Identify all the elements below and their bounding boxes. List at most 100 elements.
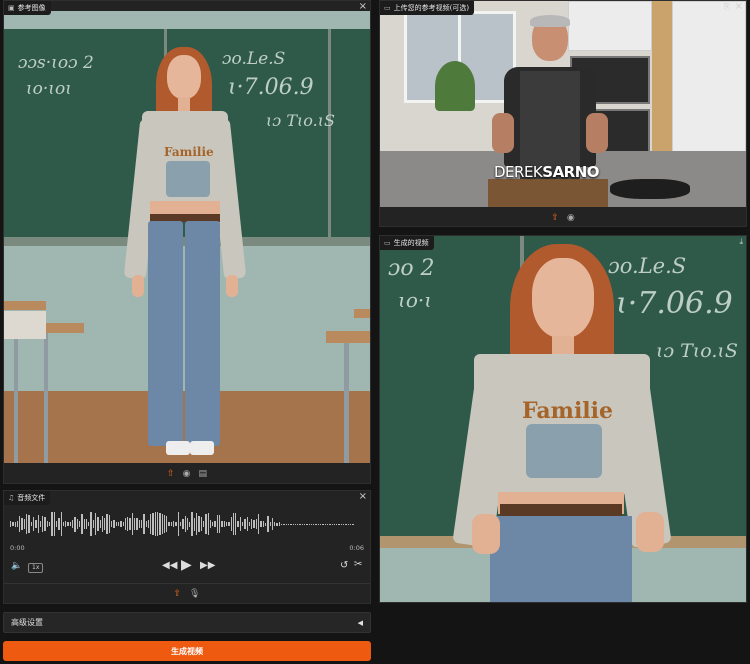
waveform-bar — [46, 520, 49, 528]
camera-icon[interactable]: ◉ — [183, 469, 191, 479]
generate-video-button[interactable]: 生成视频 — [3, 641, 371, 661]
waveform-bar — [352, 523, 354, 525]
scissors-icon[interactable]: ✂ — [354, 559, 362, 570]
chalk-text: ɩo·ɩoɩ — [26, 79, 72, 99]
waveform-bar — [248, 521, 251, 527]
chalk-text: ɔo 2 — [388, 256, 435, 281]
audio-tag: ♫ 音频文件 — [4, 491, 51, 505]
waveform-bar — [131, 513, 134, 535]
waveform-bar — [14, 521, 16, 527]
waveform-bar — [42, 516, 44, 532]
waveform-bar — [184, 516, 186, 532]
upload-icon[interactable]: ⇧ — [167, 469, 175, 479]
shirt-print: Familie — [164, 145, 214, 159]
waveform-bar — [200, 517, 202, 531]
waveform-bar — [97, 517, 99, 531]
generated-video-tag: ▭ 生成的视频 — [380, 236, 434, 250]
upload-icon[interactable]: ⇧ — [174, 589, 182, 599]
waveform-bar — [35, 519, 37, 529]
waveform-bar — [219, 514, 221, 534]
waveform-bar — [124, 517, 127, 531]
waveform-bar — [134, 517, 136, 531]
waveform-bar — [30, 521, 32, 527]
advanced-settings-toggle[interactable]: 高级设置 ◀ — [3, 612, 371, 633]
waveform-bar — [209, 519, 212, 529]
chalk-text: ɩ·7.06.9 — [228, 75, 314, 100]
waveform-bar — [113, 520, 115, 528]
volume-icon[interactable]: 🔈 — [11, 561, 22, 571]
waveform-bar — [53, 511, 55, 537]
waveform-bar — [191, 511, 193, 537]
waveform-bar — [274, 521, 276, 527]
reference-image[interactable]: ɔɔs·ɩoɔ 2 ɩo·ɩoɩ ɔo.Le.S ɩ·7.06.9 ɩɔ Tɩo… — [4, 11, 370, 463]
advanced-settings-label: 高级设置 — [11, 618, 43, 627]
video-icon: ▭ — [384, 239, 391, 247]
undo-icon[interactable]: ↺ — [340, 560, 348, 571]
waveform-bar — [21, 518, 23, 530]
waveform-bar — [58, 517, 60, 531]
download-icon[interactable]: ⤓ — [739, 237, 743, 247]
waveform-bar — [49, 521, 51, 527]
waveform-bar — [221, 520, 223, 528]
waveform-bar — [78, 520, 81, 528]
waveform-bar — [287, 523, 290, 525]
waveform-bar — [260, 521, 262, 527]
waveform-bar — [322, 523, 324, 525]
close-icon[interactable]: ⎘ — [724, 2, 730, 12]
generated-video[interactable]: ɔo 2 ɩo·ɩ ɔo.Le.S ɩ·7.06.9 ɩɔ Tɩo.ɩS Fam… — [380, 236, 746, 602]
waveform-bar — [32, 517, 35, 531]
waveform-bar — [285, 523, 287, 525]
reference-video-tag: ▭ 上传您的参考视频(可选) — [380, 1, 475, 15]
waveform-bar — [28, 515, 30, 533]
waveform-bar — [271, 518, 274, 530]
chalk-text: ɩo·ɩ — [398, 288, 433, 312]
waveform-bar — [225, 522, 228, 526]
waveform-bar — [292, 523, 294, 525]
waveform-bar — [202, 521, 205, 527]
waveform-bar — [16, 520, 19, 528]
waveform-bar — [198, 516, 200, 532]
collapse-arrow-icon: ◀ — [357, 618, 363, 627]
rewind-icon[interactable]: ◀◀ — [162, 560, 177, 571]
music-note-icon: ♫ — [8, 494, 15, 502]
clipboard-icon[interactable]: ▤ — [198, 469, 207, 479]
waveform-bar — [145, 521, 147, 527]
waveform-bar — [177, 512, 179, 536]
close-icon[interactable]: × — [359, 2, 367, 12]
close-icon[interactable]: × — [359, 492, 367, 502]
speed-button[interactable]: 1x — [28, 563, 44, 573]
waveform-bar — [196, 512, 198, 536]
camera-icon[interactable]: ◉ — [567, 213, 575, 223]
waveform-bar — [99, 519, 101, 529]
audio-toolbar: ⇧ 🎙 — [4, 586, 370, 602]
waveform-bar — [168, 521, 170, 527]
waveform-bar — [294, 523, 297, 525]
waveform-bar — [173, 521, 175, 527]
waveform-bar — [276, 522, 278, 526]
waveform-bar — [223, 520, 225, 528]
waveform-bar — [23, 519, 26, 529]
waveform-bar — [235, 513, 237, 535]
waveform-bar — [44, 517, 46, 531]
reference-video[interactable]: DEREKSARNO — [380, 1, 746, 207]
waveform-bar — [214, 520, 216, 528]
audio-waveform[interactable] — [10, 509, 364, 539]
waveform-bar — [299, 523, 301, 525]
waveform-bar — [108, 515, 111, 533]
waveform-bar — [26, 513, 28, 535]
waveform-bar — [329, 523, 331, 525]
waveform-bar — [143, 514, 145, 534]
fast-forward-icon[interactable]: ▶▶ — [200, 560, 215, 571]
upload-icon[interactable]: ⇧ — [551, 213, 559, 223]
waveform-bar — [230, 516, 232, 532]
waveform-bar — [127, 517, 129, 531]
play-icon[interactable]: ▶ — [181, 557, 192, 573]
microphone-icon[interactable]: 🎙 — [189, 589, 200, 599]
waveform-bar — [166, 516, 168, 532]
waveform-bar — [88, 521, 90, 527]
reference-image-panel: ▣ 参考图像 × ɔɔs·ɩoɔ 2 ɩo·ɩoɩ ɔo.Le.S ɩ·7.06… — [3, 0, 371, 484]
close-icon[interactable]: × — [735, 2, 743, 12]
waveform-bar — [111, 521, 113, 527]
waveform-bar — [212, 522, 214, 526]
waveform-bar — [347, 523, 349, 525]
